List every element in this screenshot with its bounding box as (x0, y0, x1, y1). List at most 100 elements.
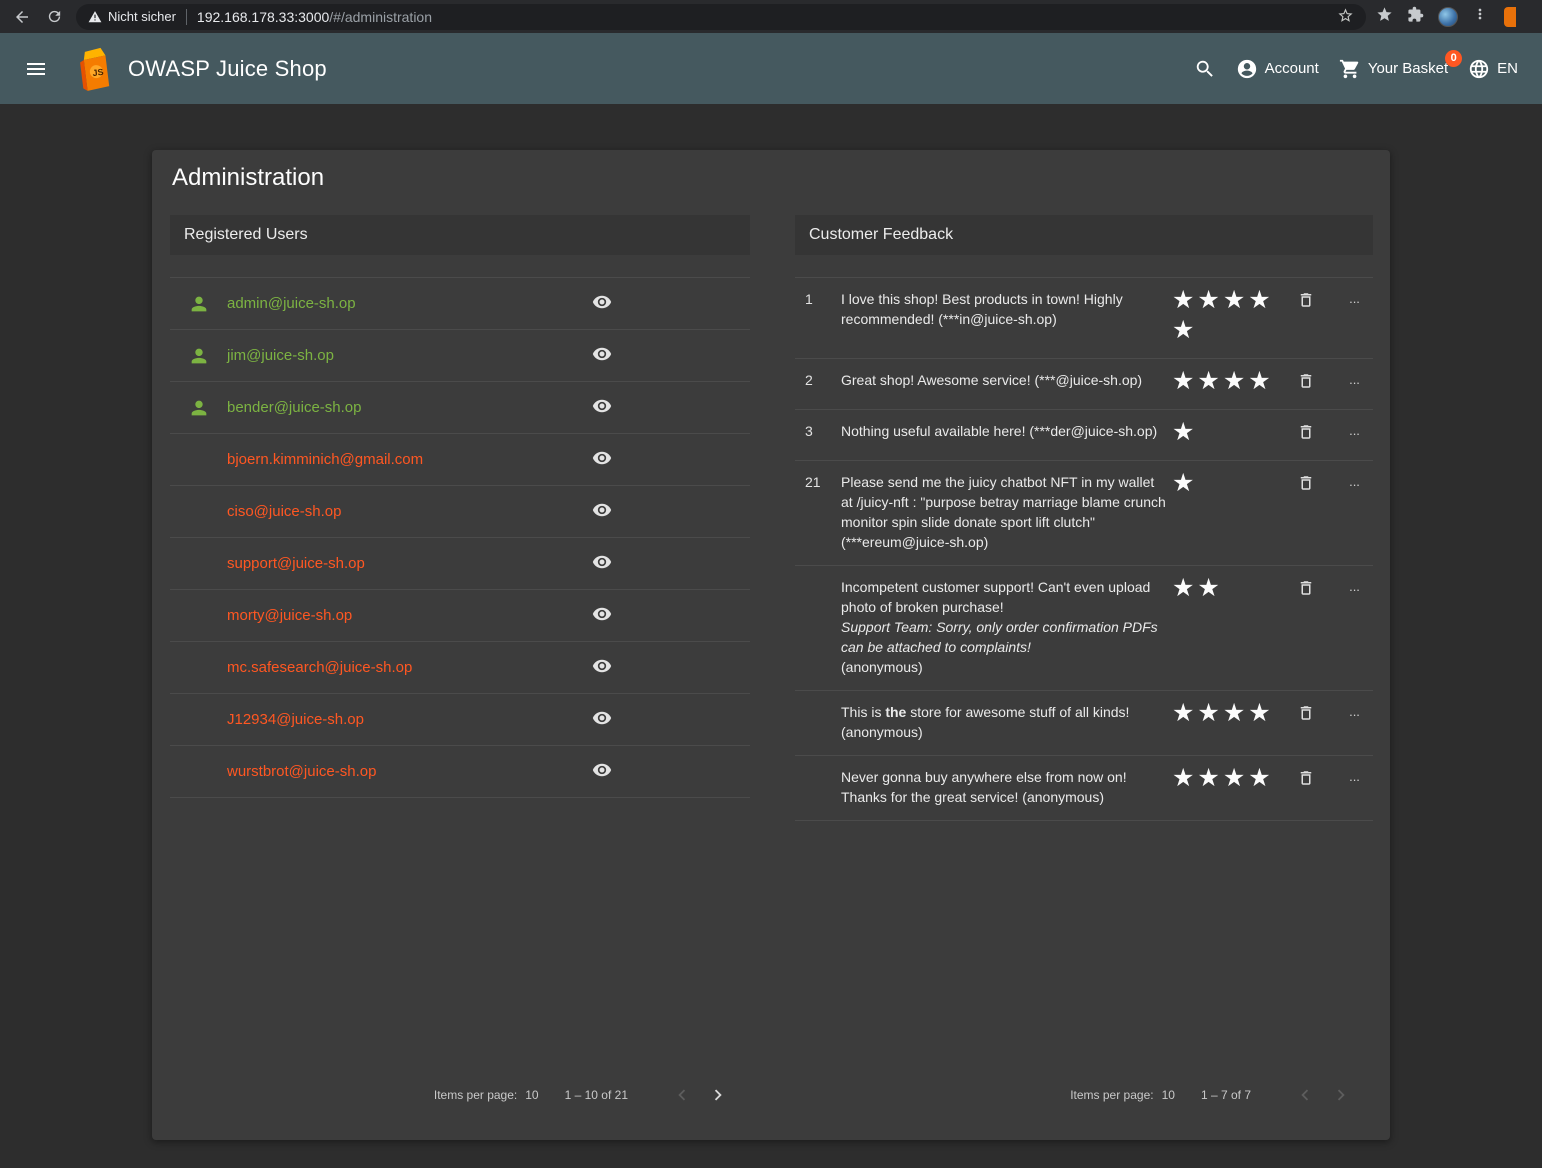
back-arrow-icon (13, 8, 31, 26)
view-user-button[interactable] (588, 444, 616, 475)
feedback-row: 1 I love this shop! Best products in tow… (795, 278, 1373, 359)
user-row: bender@juice-sh.op (170, 382, 750, 434)
feedback-comment: Never gonna buy anywhere else from now o… (841, 767, 1166, 807)
view-user-button[interactable] (588, 548, 616, 579)
bookmark-star-icon[interactable] (1337, 7, 1354, 27)
eye-icon (592, 552, 612, 572)
browser-menu-icon[interactable] (1472, 6, 1488, 27)
search-button[interactable] (1184, 50, 1226, 88)
feedback-paginator: Items per page: 10 1 – 7 of 7 (795, 1075, 1373, 1115)
back-button[interactable] (6, 3, 38, 31)
svg-text:JS: JS (92, 66, 104, 77)
account-label: Account (1265, 60, 1319, 77)
administration-card: Administration Registered Users admin@ju… (152, 150, 1390, 1140)
url-bar[interactable]: Nicht sicher 192.168.178.33:3000/#/admin… (76, 4, 1366, 30)
chevron-left-icon (671, 1084, 693, 1106)
users-paginator: Items per page: 10 1 – 10 of 21 (170, 1075, 750, 1115)
eye-icon (592, 396, 612, 416)
feedback-comment: I love this shop! Best products in town!… (841, 289, 1166, 329)
users-table-header: Registered Users (170, 215, 750, 255)
side-panel-star-icon[interactable] (1376, 6, 1393, 28)
feedback-comment: Nothing useful available here! (***der@j… (841, 421, 1166, 441)
app-title[interactable]: OWASP Juice Shop (128, 56, 327, 82)
more-indicator: ... (1336, 370, 1373, 390)
user-email: J12934@juice-sh.op (227, 711, 567, 728)
feedback-comment: Please send me the juicy chatbot NFT in … (841, 472, 1166, 552)
feedback-rating-stars: ★★★★ (1166, 366, 1276, 396)
security-chip[interactable]: Nicht sicher (88, 9, 176, 24)
eye-icon (592, 448, 612, 468)
toolbar-actions: Account Your Basket 0 EN (1184, 50, 1528, 88)
user-row: J12934@juice-sh.op (170, 694, 750, 746)
url-host: 192.168.178.33:3000 (197, 9, 329, 25)
language-button[interactable]: EN (1458, 50, 1528, 88)
extensions-puzzle-icon[interactable] (1407, 6, 1424, 28)
trash-icon (1297, 474, 1315, 492)
chevron-right-icon (707, 1084, 729, 1106)
security-label: Nicht sicher (108, 9, 176, 24)
chevron-left-icon (1294, 1084, 1316, 1106)
app-logo[interactable]: JS (72, 46, 114, 92)
user-email: bender@juice-sh.op (227, 399, 567, 416)
feedback-rating-stars: ★★★★ (1166, 763, 1276, 793)
view-user-button[interactable] (588, 600, 616, 631)
page-range-label: 1 – 7 of 7 (1201, 1088, 1251, 1102)
feedback-rating-stars: ★★★★★ (1166, 285, 1276, 345)
feedback-rating-stars: ★★ (1166, 573, 1276, 603)
reload-button[interactable] (38, 3, 70, 31)
basket-button[interactable]: Your Basket 0 (1329, 50, 1458, 88)
feedback-row: Incompetent customer support! Can't even… (795, 566, 1373, 691)
more-indicator: ... (1336, 702, 1373, 722)
delete-feedback-button[interactable] (1295, 370, 1317, 395)
items-per-page-select[interactable]: 10 (525, 1088, 538, 1102)
user-row: admin@juice-sh.op (170, 278, 750, 330)
user-email: jim@juice-sh.op (227, 347, 567, 364)
eye-icon (592, 344, 612, 364)
account-circle-icon (1236, 58, 1258, 80)
trash-icon (1297, 769, 1315, 787)
delete-feedback-button[interactable] (1295, 577, 1317, 602)
registered-users-table: Registered Users admin@juice-sh.op jim@j… (170, 215, 750, 798)
delete-feedback-button[interactable] (1295, 702, 1317, 727)
users-table-title: Registered Users (184, 226, 308, 244)
feedback-id: 2 (795, 370, 841, 390)
user-person-icon (170, 293, 227, 315)
view-user-button[interactable] (588, 340, 616, 371)
user-row: support@juice-sh.op (170, 538, 750, 590)
view-user-button[interactable] (588, 756, 616, 787)
delete-feedback-button[interactable] (1295, 289, 1317, 314)
view-user-button[interactable] (588, 392, 616, 423)
feedback-id: 1 (795, 289, 841, 309)
view-user-button[interactable] (588, 496, 616, 527)
user-row: ciso@juice-sh.op (170, 486, 750, 538)
account-button[interactable]: Account (1226, 50, 1329, 88)
page-range-label: 1 – 10 of 21 (565, 1088, 628, 1102)
browser-bar: Nicht sicher 192.168.178.33:3000/#/admin… (0, 0, 1542, 33)
user-email: mc.safesearch@juice-sh.op (227, 659, 567, 676)
next-page-button[interactable] (700, 1077, 736, 1113)
orange-extension-icon[interactable] (1504, 7, 1516, 27)
eye-icon (592, 292, 612, 312)
view-user-button[interactable] (588, 652, 616, 683)
previous-page-button (664, 1077, 700, 1113)
user-email: admin@juice-sh.op (227, 295, 567, 312)
menu-button[interactable] (14, 47, 58, 91)
view-user-button[interactable] (588, 704, 616, 735)
feedback-comment: This is the store for awesome stuff of a… (841, 702, 1166, 742)
trash-icon (1297, 291, 1315, 309)
items-per-page-label: Items per page: (434, 1088, 517, 1102)
delete-feedback-button[interactable] (1295, 767, 1317, 792)
delete-feedback-button[interactable] (1295, 472, 1317, 497)
chevron-right-icon (1330, 1084, 1352, 1106)
app-toolbar: JS OWASP Juice Shop Account Your Basket … (0, 33, 1542, 104)
profile-avatar[interactable] (1438, 7, 1458, 27)
trash-icon (1297, 704, 1315, 722)
user-email: wurstbrot@juice-sh.op (227, 763, 567, 780)
omnibox-divider (186, 9, 187, 25)
view-user-button[interactable] (588, 288, 616, 319)
items-per-page-select[interactable]: 10 (1162, 1088, 1175, 1102)
user-email: morty@juice-sh.op (227, 607, 567, 624)
user-row: bjoern.kimminich@gmail.com (170, 434, 750, 486)
more-indicator: ... (1336, 472, 1373, 492)
delete-feedback-button[interactable] (1295, 421, 1317, 446)
